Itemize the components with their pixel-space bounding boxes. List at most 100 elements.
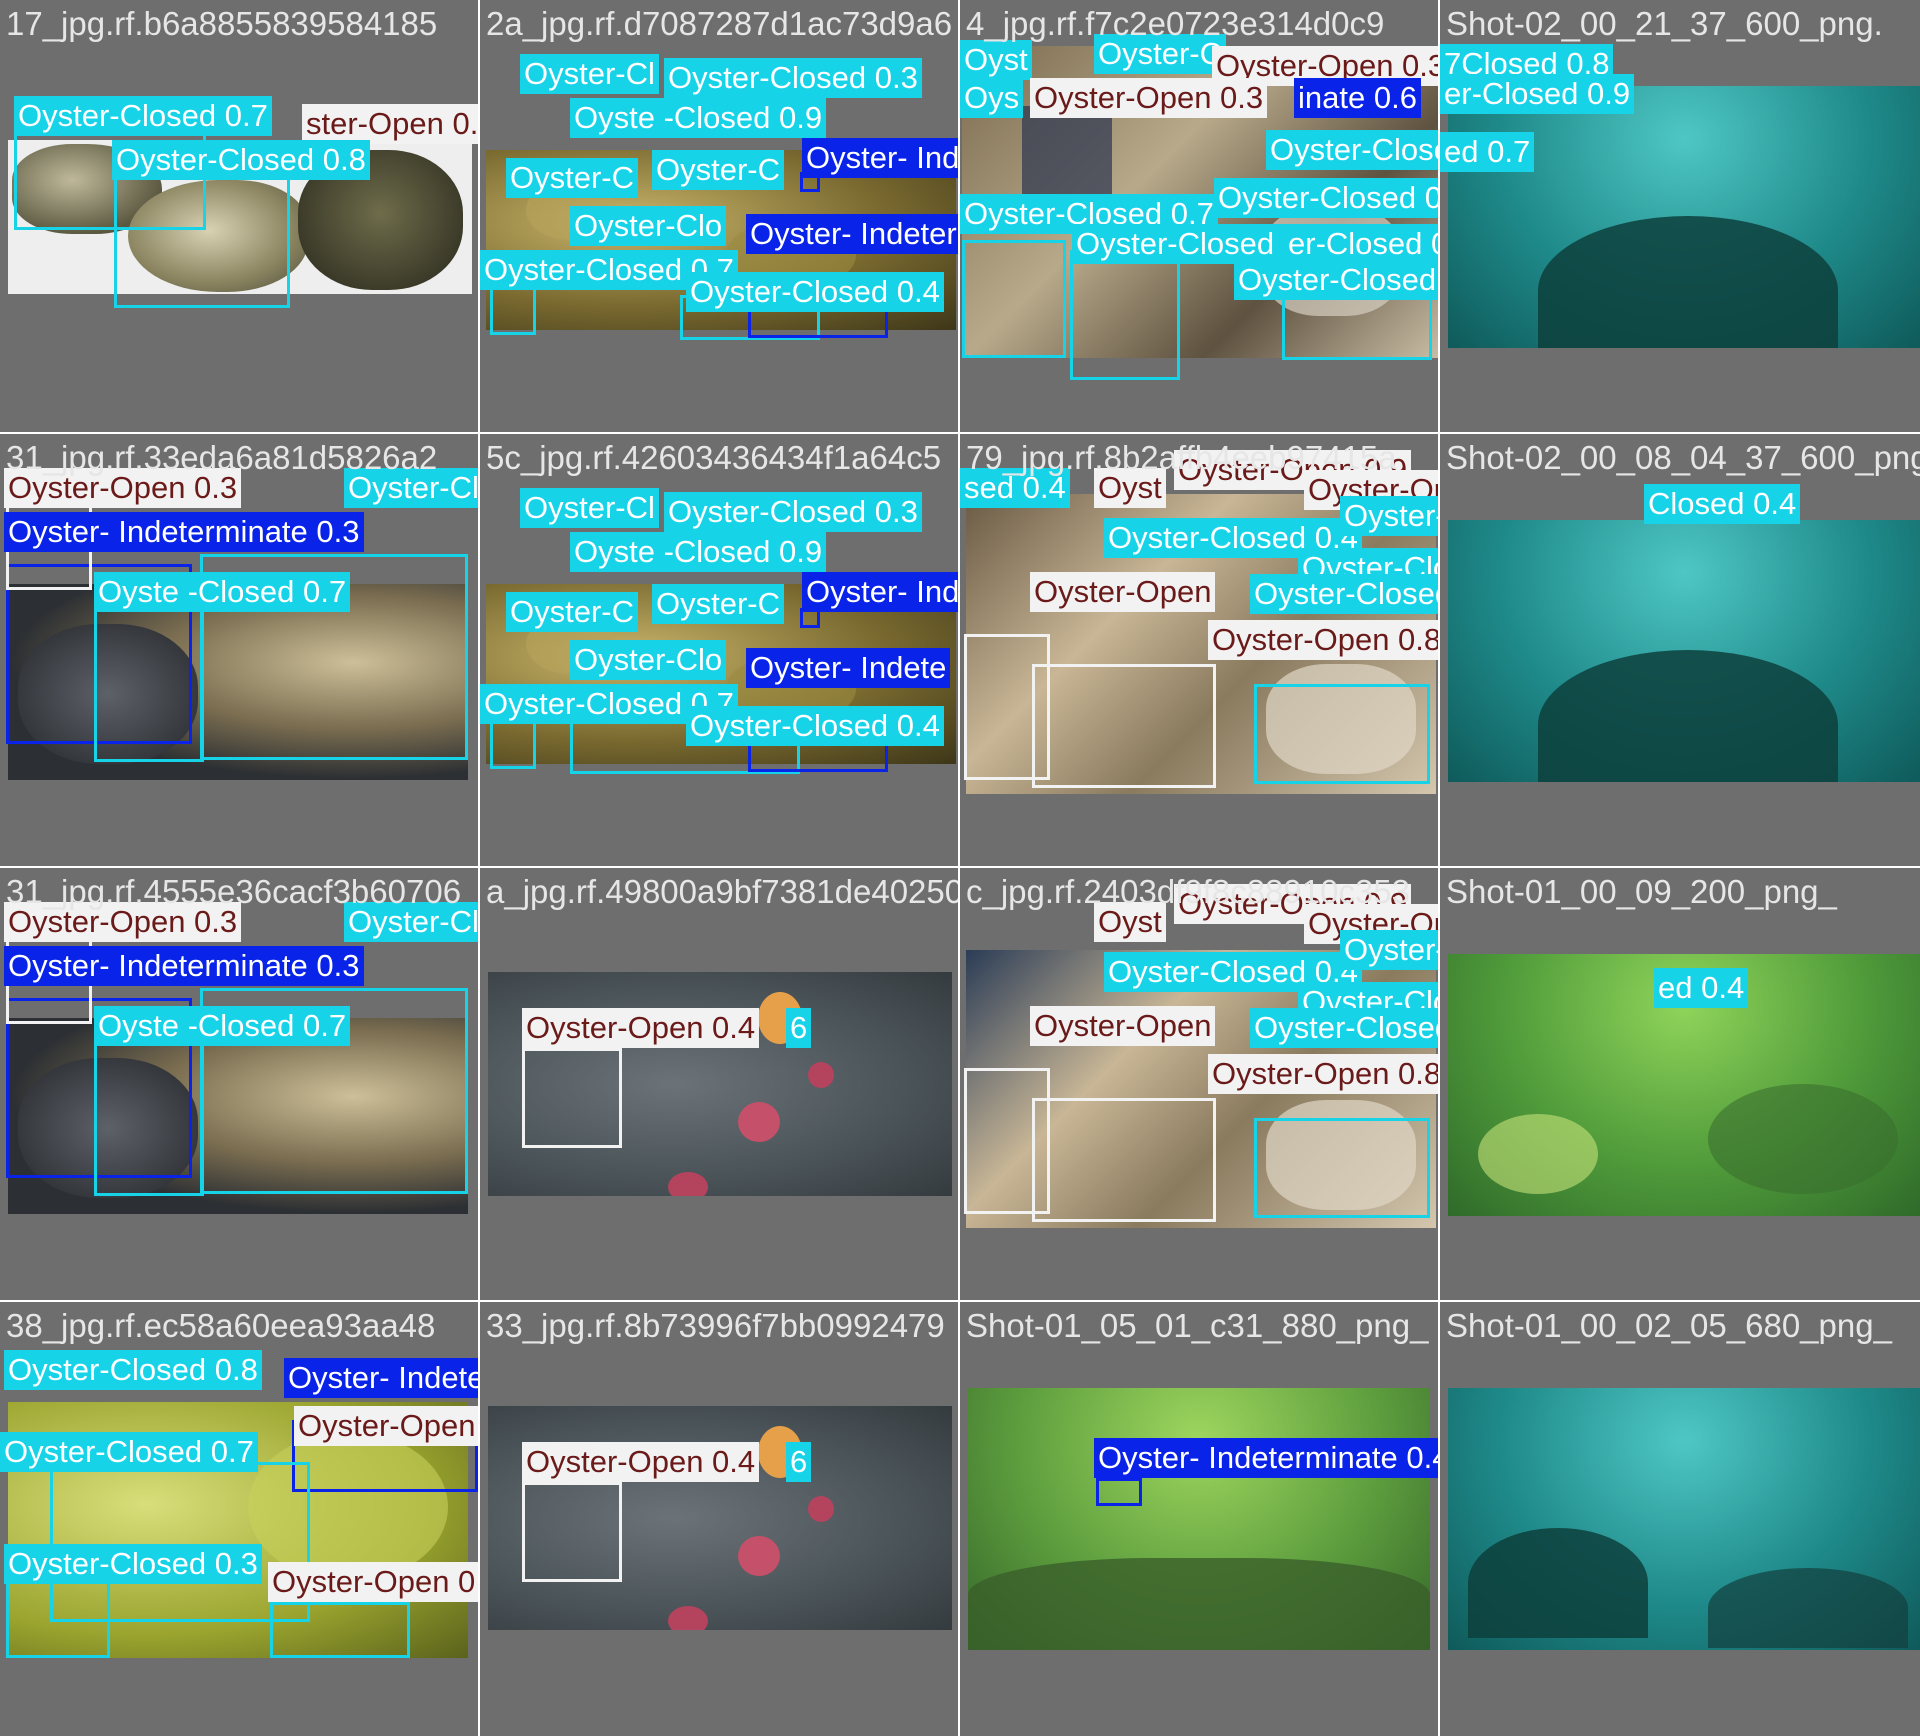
detection-label: Oyster-Closed 0.7 bbox=[0, 1432, 258, 1472]
bbox-oyster-closed bbox=[1254, 684, 1430, 784]
detection-label: Oyster- Indeterminate 0.3 bbox=[4, 512, 364, 552]
detection-label: ed 0.4 bbox=[1654, 968, 1749, 1008]
bbox-oyster-closed bbox=[1254, 1118, 1430, 1218]
detection-label: Oyster-Closed 0.8 bbox=[112, 140, 370, 180]
image-filename: 2a_jpg.rf.d7087287d1ac73d9a6 bbox=[486, 5, 953, 42]
detection-label: Oys bbox=[960, 78, 1024, 118]
detection-label: Oyster- Indeterminate 0.7 bbox=[802, 138, 958, 178]
detection-label: Oyster- Indeter bbox=[746, 214, 958, 254]
detection-label: Oyster-Closed 0.8 bbox=[1234, 260, 1438, 300]
image-filename: Shot-02_00_08_04_37_600_png. bbox=[1446, 439, 1920, 476]
detection-label: Oyster- Indete bbox=[746, 648, 951, 688]
bbox-oyster-closed bbox=[962, 240, 1066, 358]
detection-label: Oyster-Open 0.8 bbox=[1208, 620, 1438, 660]
mosaic-cell: a_jpg.rf.49800a9bf7381de40250 Oyster-Ope… bbox=[480, 868, 958, 1300]
detection-label: Oyster-Closed 0.3 bbox=[4, 1544, 262, 1584]
detection-label: Closed 0.4 bbox=[1644, 484, 1801, 524]
detection-label: Oyster-Closed 0.3 bbox=[664, 492, 922, 532]
mosaic-cell: 17_jpg.rf.b6a8855839584185 Oyster-Closed… bbox=[0, 0, 478, 432]
image-filename: c_jpg.rf.2403df9f8c88910c353 bbox=[966, 873, 1411, 910]
photo-underwater-teal bbox=[1448, 520, 1920, 782]
detection-label: Oyster-Open bbox=[1030, 572, 1216, 612]
photo-underwater-green bbox=[968, 1388, 1430, 1650]
mosaic-cell: Shot-02_00_21_37_600_png. 7Closed 0.8 er… bbox=[1440, 0, 1920, 432]
mosaic-cell: Shot-01_00_02_05_680_png_ bbox=[1440, 1302, 1920, 1736]
detection-label: Oyster-Open 0.4 bbox=[268, 1562, 478, 1602]
bbox-oyster-open bbox=[1032, 664, 1216, 788]
detection-label: Oyster-Clo bbox=[570, 640, 727, 680]
image-filename: Shot-01_00_09_200_png_ bbox=[1446, 873, 1837, 910]
detection-label: Oyster-Closed 0.4 bbox=[686, 706, 944, 746]
detection-label: Oyst bbox=[960, 40, 1032, 80]
bbox-oyster-closed bbox=[1070, 250, 1180, 380]
detection-label: ster-Open 0.9 bbox=[302, 104, 478, 144]
detection-label: Oyste -Closed 0.7 bbox=[94, 572, 351, 612]
detection-label: Oyste -Closed 0.9 bbox=[570, 98, 827, 138]
mosaic-cell: Shot-02_00_08_04_37_600_png. Closed 0.4 bbox=[1440, 434, 1920, 866]
detection-label: Oyster-Open bbox=[1030, 1006, 1216, 1046]
detection-label: Oyster-Closed 0.7 bbox=[14, 96, 272, 136]
detection-label: Oyster- Indeterminate 0.3 bbox=[4, 946, 364, 986]
mosaic-cell: Shot-01_05_01_c31_880_png_ Oyster- Indet… bbox=[960, 1302, 1438, 1736]
mosaic-cell: Shot-01_00_09_200_png_ ed 0.4 bbox=[1440, 868, 1920, 1300]
detection-label: Oyster-Clo bbox=[570, 206, 727, 246]
detection-label: Oyster-Closed 0.4 bbox=[1340, 930, 1438, 970]
mosaic-cell: 2a_jpg.rf.d7087287d1ac73d9a6 Oyster-Cl O… bbox=[480, 0, 958, 432]
detection-label: Oyster-Closed 0.8 bbox=[4, 1350, 262, 1390]
detection-label: Oyste -Closed 0.7 bbox=[94, 1006, 351, 1046]
detection-label: Oyster-Open 0.4 bbox=[522, 1008, 760, 1048]
detection-label: Oyster-Cl bbox=[520, 54, 659, 94]
image-filename: a_jpg.rf.49800a9bf7381de40250 bbox=[486, 873, 958, 910]
image-filename: 79_jpg.rf.8b2affb4eeb97415a bbox=[966, 439, 1397, 476]
detection-label: Oyster-Closed 0.3 bbox=[664, 58, 922, 98]
detection-label: Oyste -Closed 0.9 bbox=[570, 532, 827, 572]
detection-label: Oyster- Indeterminate 0.4 bbox=[284, 1358, 478, 1398]
mosaic-cell: 33_jpg.rf.8b73996f7bb0992479 Oyster-Open… bbox=[480, 1302, 958, 1736]
mosaic-cell: c_jpg.rf.2403df9f8c88910c353 Oyst Oyster… bbox=[960, 868, 1438, 1300]
detection-label: Oyster-Open 0.4 bbox=[522, 1442, 760, 1482]
detection-label: Oyster-Closed 0.4 bbox=[686, 272, 944, 312]
photo-underwater-teal bbox=[1448, 1388, 1920, 1650]
photo-underwater-teal bbox=[1448, 86, 1920, 348]
bbox-oyster-open bbox=[270, 1602, 410, 1658]
mosaic-cell: 79_jpg.rf.8b2affb4eeb97415a sed 0.4 Oyst… bbox=[960, 434, 1438, 866]
detection-label: ed 0.7 bbox=[1440, 132, 1535, 172]
detection-label: Oyster-Closed 0.3 bbox=[1250, 574, 1438, 614]
mosaic-cell: 31_jpg.rf.33eda6a81d5826a2 Oyster-Open 0… bbox=[0, 434, 478, 866]
detection-label: Oyster-Cl bbox=[520, 488, 659, 528]
detection-label: Oyster-Closed 0.3 bbox=[1250, 1008, 1438, 1048]
image-filename: 4_jpg.rf.f7c2e0723e314d0c9 bbox=[966, 5, 1385, 42]
validation-batch-mosaic: 17_jpg.rf.b6a8855839584185 Oyster-Closed… bbox=[0, 0, 1920, 1736]
image-filename: 31_jpg.rf.4555e36cacf3b60706 bbox=[6, 873, 462, 910]
detection-label: Oyster-C bbox=[506, 158, 638, 198]
bbox-oyster-indeterminate bbox=[1096, 1478, 1142, 1506]
detection-label: Oyster- Indeterminate 0.4 bbox=[1094, 1438, 1438, 1478]
detection-label: 6 bbox=[786, 1442, 812, 1482]
detection-label: er-Closed 0.7 bbox=[1284, 224, 1438, 264]
detection-label: Oyster-Closed 0.4 bbox=[1340, 496, 1438, 536]
detection-label: inate 0.6 bbox=[1294, 78, 1421, 118]
detection-label: Oyster-Closed 0.7 bbox=[1214, 178, 1438, 218]
bbox-oyster-open bbox=[1032, 1098, 1216, 1222]
image-filename: 38_jpg.rf.ec58a60eea93aa48 bbox=[6, 1307, 436, 1344]
mosaic-cell: 31_jpg.rf.4555e36cacf3b60706 Oyster-Open… bbox=[0, 868, 478, 1300]
image-filename: Shot-02_00_21_37_600_png. bbox=[1446, 5, 1883, 42]
detection-label: Oyster-Open 0.3 bbox=[1030, 78, 1268, 118]
detection-label: 6 bbox=[786, 1008, 812, 1048]
image-filename: 5c_jpg.rf.42603436434f1a64c5 bbox=[486, 439, 942, 476]
image-filename: 17_jpg.rf.b6a8855839584185 bbox=[6, 5, 438, 42]
detection-label: Oyster-Open 0.9 bbox=[294, 1406, 478, 1446]
detection-label: Oyster-Closed 0.7 bbox=[1266, 130, 1438, 170]
detection-label: Oyster-C bbox=[652, 584, 784, 624]
image-filename: 33_jpg.rf.8b73996f7bb0992479 bbox=[486, 1307, 945, 1344]
detection-label: Oyster-Open 0.8 bbox=[1208, 1054, 1438, 1094]
image-filename: Shot-01_00_02_05_680_png_ bbox=[1446, 1307, 1892, 1344]
bbox-oyster-open bbox=[522, 1048, 622, 1148]
bbox-oyster-open bbox=[522, 1482, 622, 1582]
detection-label: Oyster- Indeter bbox=[802, 572, 958, 612]
image-filename: Shot-01_05_01_c31_880_png_ bbox=[966, 1307, 1429, 1344]
detection-label: Oyster-C bbox=[506, 592, 638, 632]
mosaic-cell: 4_jpg.rf.f7c2e0723e314d0c9 Oyst Oyster-C… bbox=[960, 0, 1438, 432]
detection-label: er-Closed 0.9 bbox=[1440, 74, 1635, 114]
mosaic-cell: 5c_jpg.rf.42603436434f1a64c5 Oyster-Cl O… bbox=[480, 434, 958, 866]
